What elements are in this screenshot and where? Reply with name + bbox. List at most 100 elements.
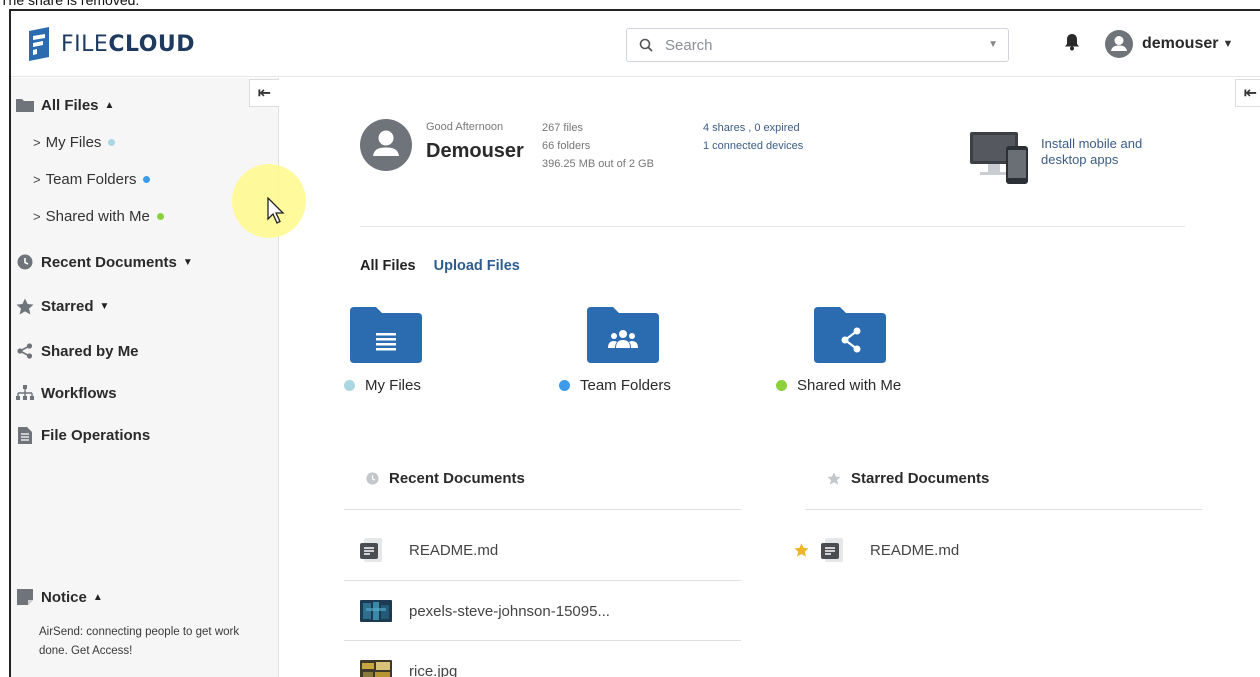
shares-summary-link[interactable]: 4 shares , 0 expired — [703, 119, 800, 137]
star-icon — [827, 472, 841, 485]
sidebar: All Files ▲ > My Files > Team Folders > … — [11, 78, 279, 677]
tab-all-files[interactable]: All Files — [360, 258, 416, 274]
collapse-sidebar-button[interactable]: ⇤ — [249, 79, 279, 107]
shared-with-me-dot — [776, 380, 787, 391]
notice-message[interactable]: AirSend: connecting people to get work d… — [39, 623, 269, 661]
recent-documents-title: Recent Documents — [389, 470, 525, 487]
starred-doc-name: README.md — [870, 541, 960, 559]
connected-devices-link[interactable]: 1 connected devices — [703, 137, 803, 155]
divider — [344, 580, 741, 581]
image-thumbnail-icon — [360, 598, 392, 624]
sidebar-label-recent-documents: Recent Documents — [41, 253, 177, 271]
sidebar-label-shared-with-me: Shared with Me — [45, 208, 150, 225]
divider — [344, 509, 741, 510]
search-input[interactable] — [665, 36, 965, 54]
my-files-folder-icon[interactable] — [350, 307, 422, 363]
clock-icon — [15, 253, 35, 271]
main-content: Good Afternoon Demouser 267 files 66 fol… — [280, 78, 1260, 677]
search-box[interactable]: ▼ — [626, 28, 1009, 62]
team-folders-dot — [559, 380, 570, 391]
greeting-text: Good Afternoon — [426, 121, 504, 133]
folder-label-team-folders[interactable]: Team Folders — [559, 377, 671, 394]
notification-bell-icon[interactable] — [1064, 33, 1080, 51]
starred-documents-header: Starred Documents — [827, 470, 989, 487]
chevron-down-icon: ▼ — [1222, 38, 1234, 50]
folder-icon — [15, 96, 35, 114]
recent-doc-name: README.md — [409, 541, 499, 559]
star-icon — [15, 297, 35, 315]
recent-doc-name: rice.jpg — [409, 662, 458, 677]
divider — [805, 509, 1202, 510]
recent-doc-row[interactable]: README.md — [360, 537, 498, 563]
folders-count: 66 folders — [542, 140, 591, 152]
chevron-down-icon: ▼ — [182, 256, 193, 268]
text-file-icon — [821, 537, 853, 563]
recent-doc-row[interactable]: rice.jpg — [360, 658, 457, 677]
profile-avatar-icon — [360, 119, 412, 171]
shared-with-me-dot — [156, 213, 164, 220]
logo-wordmark: FILECLOUD — [61, 32, 195, 57]
chevron-right-icon: > — [33, 172, 41, 187]
sidebar-item-shared-with-me[interactable]: > Shared with Me — [33, 208, 164, 225]
sidebar-item-shared-by-me[interactable]: Shared by Me — [15, 342, 139, 360]
chevron-up-icon: ▲ — [104, 99, 115, 111]
sidebar-item-starred[interactable]: Starred ▼ — [15, 297, 109, 315]
sidebar-item-recent-documents[interactable]: Recent Documents ▼ — [15, 253, 193, 271]
sidebar-label-team-folders: Team Folders — [45, 171, 137, 188]
team-folders-folder-icon[interactable] — [587, 307, 659, 363]
tab-upload-files[interactable]: Upload Files — [434, 258, 520, 274]
search-icon — [639, 38, 653, 52]
divider — [344, 640, 741, 641]
folder-label-text: Shared with Me — [797, 377, 902, 394]
filecloud-logo[interactable]: FILECLOUD — [27, 27, 195, 61]
mouse-cursor-icon — [267, 197, 285, 224]
folder-label-shared-with-me[interactable]: Shared with Me — [776, 377, 901, 394]
divider — [360, 226, 1185, 227]
logo-text-file: FILE — [61, 31, 109, 57]
install-apps-link[interactable]: Install mobile and desktop apps — [1041, 136, 1181, 168]
folder-label-text: My Files — [365, 377, 421, 394]
username-label: demouser — [1142, 35, 1219, 52]
folder-label-my-files[interactable]: My Files — [344, 377, 421, 394]
user-avatar-icon — [1105, 30, 1133, 58]
sidebar-item-my-files[interactable]: > My Files — [33, 134, 116, 151]
profile-name: Demouser — [426, 140, 524, 162]
folder-label-text: Team Folders — [580, 377, 671, 394]
shared-with-me-folder-icon[interactable] — [814, 307, 886, 363]
storage-quota: 396.25 MB out of 2 GB — [542, 158, 654, 170]
text-file-icon — [360, 537, 392, 563]
chevron-down-icon: ▼ — [99, 300, 110, 312]
sidebar-label-shared-by-me: Shared by Me — [41, 342, 139, 360]
starred-doc-row[interactable]: README.md — [794, 537, 959, 563]
team-folders-dot — [143, 176, 151, 183]
filecloud-logo-icon — [29, 27, 49, 61]
recent-doc-row[interactable]: pexels-steve-johnson-15095... — [360, 598, 610, 624]
sidebar-item-team-folders[interactable]: > Team Folders — [33, 171, 151, 188]
logo-text-cloud: CLOUD — [108, 31, 196, 57]
sidebar-item-notice[interactable]: Notice ▲ — [15, 588, 103, 606]
devices-illustration-icon — [970, 132, 1028, 184]
recent-doc-name: pexels-steve-johnson-15095... — [409, 602, 610, 620]
share-icon — [15, 342, 35, 360]
sidebar-label-my-files: My Files — [45, 134, 102, 151]
user-menu[interactable]: demouser ▼ — [1105, 30, 1233, 58]
sidebar-label-all-files: All Files — [41, 96, 99, 114]
recent-documents-header: Recent Documents — [366, 470, 525, 487]
my-files-dot — [108, 139, 116, 146]
collapse-left-icon: ⇤ — [257, 85, 272, 102]
sidebar-label-workflows: Workflows — [41, 384, 117, 402]
document-icon — [15, 426, 35, 444]
top-bar: FILECLOUD ▼ demouser ▼ — [11, 11, 1260, 77]
sidebar-item-workflows[interactable]: Workflows — [15, 384, 117, 402]
files-count: 267 files — [542, 122, 583, 134]
sidebar-item-all-files[interactable]: All Files ▲ — [15, 96, 114, 114]
chevron-right-icon: > — [33, 135, 41, 150]
chevron-up-icon: ▲ — [92, 591, 103, 603]
chevron-right-icon: > — [33, 209, 41, 224]
my-files-dot — [344, 380, 355, 391]
starred-documents-title: Starred Documents — [851, 470, 990, 487]
sidebar-item-file-operations[interactable]: File Operations — [15, 426, 150, 444]
star-filled-icon[interactable] — [794, 543, 809, 557]
search-dropdown-icon[interactable]: ▼ — [988, 39, 998, 50]
sidebar-label-file-operations: File Operations — [41, 426, 151, 444]
